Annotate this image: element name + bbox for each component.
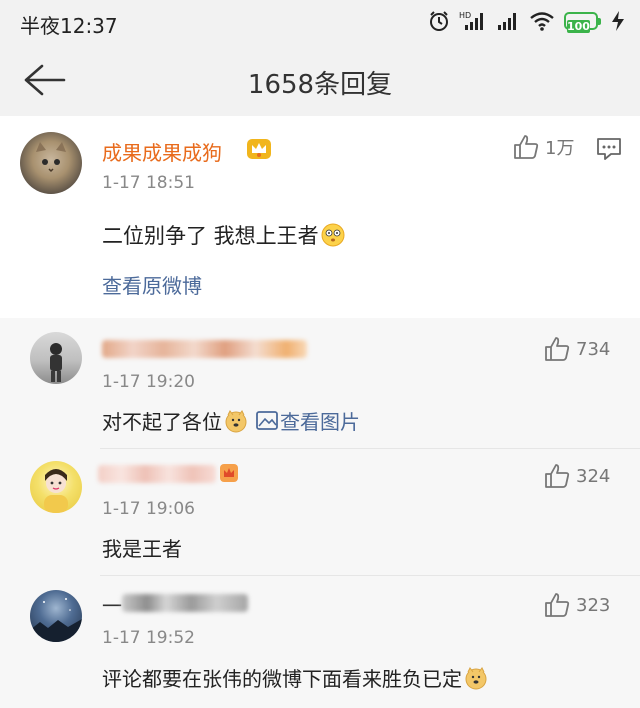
- username[interactable]: 成果成果成狗: [102, 137, 222, 166]
- page-title: 1658条回复: [247, 70, 393, 100]
- avatar[interactable]: [30, 332, 82, 384]
- signal-icon: [498, 13, 516, 30]
- blurred-username[interactable]: [102, 340, 307, 358]
- like-button[interactable]: 323: [544, 592, 610, 618]
- image-icon: [256, 410, 278, 430]
- view-original-link[interactable]: 查看原微博: [102, 270, 202, 299]
- main-comment: 成果成果成狗 1-17 18:51 1万 二位别争了 我想上王者 查看原微博: [0, 116, 640, 318]
- status-bar: 半夜12:37 HD 100: [0, 0, 640, 46]
- blurred-username[interactable]: [122, 594, 248, 612]
- status-icons: HD 100: [428, 10, 626, 33]
- username-prefix: 一: [102, 594, 122, 618]
- comment-time: 1-17 19:20: [102, 372, 195, 392]
- comment-time: 1-17 18:51: [102, 173, 195, 193]
- charging-icon: [612, 11, 624, 31]
- status-time: 半夜12:37: [20, 14, 118, 38]
- signal-hd-icon: HD: [459, 11, 483, 30]
- wifi-icon: [530, 12, 554, 31]
- alarm-icon: [430, 11, 448, 31]
- list-item: 1-17 19:20 734 对不起了各位 查看图片: [0, 318, 640, 448]
- comment-text: 我是王者: [102, 537, 182, 561]
- thumbs-up-icon: [545, 593, 570, 617]
- battery-indicator: 100: [564, 12, 601, 33]
- blurred-username[interactable]: [98, 465, 216, 483]
- like-count: 1万: [545, 138, 575, 159]
- like-count: 734: [576, 338, 611, 360]
- battery-level: 100: [567, 20, 590, 33]
- thumbs-up-icon: [545, 337, 570, 361]
- nav-bar: 1658条回复: [0, 46, 640, 116]
- avatar[interactable]: [30, 590, 82, 642]
- comment-time: 1-17 19:06: [102, 499, 195, 519]
- view-image-link[interactable]: 查看图片: [280, 406, 360, 435]
- dizzy-face-emoji-icon: [321, 223, 345, 247]
- comment-time: 1-17 19:52: [102, 628, 195, 648]
- thumbs-up-icon: [545, 464, 570, 488]
- night-sky-avatar-icon: [30, 598, 82, 642]
- like-button[interactable]: 734: [544, 336, 610, 362]
- list-item: 1-17 19:06 324 我是王者: [0, 449, 640, 575]
- list-item: 一 1-17 19:52 323 评论都要在张伟的微博下面看来胜负已定: [0, 576, 640, 708]
- person-avatar-icon: [50, 343, 62, 382]
- comment-text: 对不起了各位 查看图片: [102, 406, 360, 435]
- comment-text: 二位别争了 我想上王者: [102, 220, 345, 250]
- avatar[interactable]: [20, 132, 82, 194]
- reply-list: 1-17 19:20 734 对不起了各位 查看图片 1-17 19:06 32…: [0, 318, 640, 708]
- doge-emoji-icon: [465, 666, 487, 689]
- avatar[interactable]: [30, 461, 82, 513]
- comment-text: 评论都要在张伟的微博下面看来胜负已定: [102, 663, 488, 692]
- crown-badge-icon: [220, 464, 238, 482]
- svg-text:HD: HD: [459, 11, 471, 20]
- like-button[interactable]: 1万: [513, 134, 574, 160]
- crown-badge-icon: [247, 139, 271, 159]
- doge-emoji-icon: [225, 409, 247, 432]
- like-count: 323: [576, 594, 611, 616]
- like-count: 324: [576, 465, 611, 487]
- girl-avatar-icon: [44, 469, 68, 513]
- like-button[interactable]: 324: [544, 463, 610, 489]
- cat-avatar-icon: [36, 142, 66, 173]
- thumbs-up-icon: [514, 135, 539, 159]
- comment-icon[interactable]: [596, 136, 622, 162]
